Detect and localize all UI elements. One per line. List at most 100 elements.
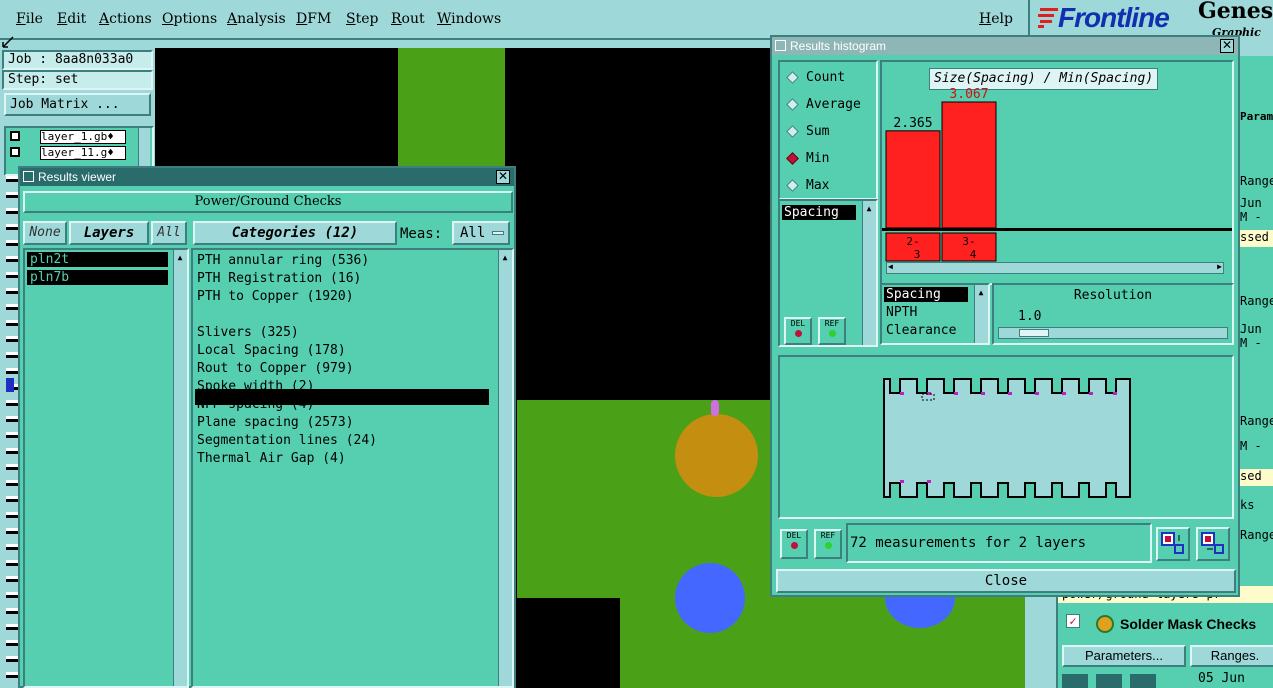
tab-categories[interactable]: Categories (12) [193, 221, 397, 245]
histogram-bar[interactable] [941, 101, 997, 229]
scroll-left-icon[interactable]: ◀ [888, 262, 893, 271]
scroll-up-icon[interactable]: ▲ [499, 252, 511, 264]
results-viewer-titlebar[interactable]: Results viewer ✕ [20, 168, 514, 186]
del-button[interactable]: DEL [780, 529, 808, 559]
layer-name[interactable]: layer_1.gb♦ [40, 130, 126, 144]
tool-icon[interactable] [1062, 674, 1088, 688]
job-matrix-button[interactable]: Job Matrix ... [4, 93, 151, 116]
radio-count[interactable]: Count [786, 70, 846, 85]
menu-rout[interactable]: Rout [391, 11, 425, 27]
ranges-button[interactable]: Ranges. [1190, 645, 1273, 667]
menu-actions[interactable]: Actions [99, 11, 152, 27]
green-dot-icon [828, 330, 836, 337]
none-button[interactable]: None [23, 221, 67, 245]
ranges-button[interactable]: Ranges [1240, 174, 1273, 188]
product-name: Genesis [1198, 0, 1273, 24]
menu-analysis[interactable]: Analysis [227, 11, 286, 27]
del-button[interactable]: DEL [784, 317, 812, 345]
ranges-button[interactable]: Ranges [1240, 414, 1273, 428]
tool-icon[interactable] [1130, 674, 1156, 688]
window-menu-icon[interactable] [23, 171, 34, 182]
list-item[interactable]: Slivers (325) [197, 324, 299, 341]
scroll-right-icon[interactable]: ▶ [1217, 262, 1222, 271]
list-item[interactable]: Spoke width (2) [197, 378, 314, 395]
radio-sum[interactable]: Sum [786, 124, 830, 139]
list-item[interactable]: PTH to Copper (1920) [197, 288, 354, 305]
list-item[interactable]: Plane spacing (2573) [197, 414, 354, 431]
list-item-selected[interactable]: NPTH to Copper (72) [197, 306, 346, 323]
list-item[interactable]: Rout to Copper (979) [197, 360, 354, 377]
checklist-action-label[interactable]: Solder Mask Checks [1120, 616, 1256, 632]
tab-layers[interactable]: Layers [69, 221, 149, 245]
categories-listbox[interactable]: PTH annular ring (536) PTH Registration … [191, 248, 514, 688]
list-item[interactable]: NFP spacing (4) [197, 396, 314, 413]
ref-button[interactable]: REF [818, 317, 846, 345]
zoom-to-measurement-icon[interactable] [1156, 527, 1190, 561]
menu-step[interactable]: Step [346, 11, 378, 27]
layer-checkbox[interactable] [10, 147, 20, 157]
scroll-up-icon[interactable]: ▲ [863, 203, 875, 215]
results-histogram-window: Results histogram ✕ Count Average Sum Mi… [770, 35, 1240, 597]
ranges-button[interactable]: Ranges [1240, 528, 1273, 542]
list-item[interactable]: PTH annular ring (536) [197, 252, 369, 269]
list-item[interactable]: Clearance [886, 323, 956, 338]
measure-scrollbar[interactable]: ▲ [862, 201, 876, 345]
list-item[interactable]: NPTH [886, 305, 917, 320]
scroll-up-icon[interactable]: ▲ [174, 252, 186, 264]
ranges-button[interactable]: Ranges [1240, 294, 1273, 308]
close-icon[interactable]: ✕ [1220, 39, 1234, 53]
list-item-selected[interactable]: Spacing [782, 205, 856, 220]
close-icon[interactable]: ✕ [496, 170, 510, 184]
meas-select[interactable]: All [452, 221, 510, 245]
menu-help[interactable]: Help [979, 11, 1013, 27]
measure-listbox[interactable]: Spacing ▲ DEL REF [778, 199, 878, 347]
pad-blue [675, 563, 745, 633]
layers-scrollbar[interactable]: ▲ [173, 250, 187, 686]
status-text: sed [1240, 469, 1262, 483]
list-item[interactable]: pln2t [27, 252, 168, 267]
parameters-button[interactable]: Parameters... [1062, 645, 1186, 667]
radio-indicator-icon [786, 98, 799, 111]
threshold-listbox[interactable]: Spacing NPTH Clearance ▲ [880, 283, 990, 345]
menu-dfm[interactable]: DFM [296, 11, 331, 27]
histogram-bar[interactable] [885, 130, 941, 229]
step-field: Step: set [2, 70, 153, 90]
list-item[interactable]: PTH Registration (16) [197, 270, 361, 287]
histogram-title: Results histogram [790, 39, 887, 53]
radio-average[interactable]: Average [786, 97, 861, 112]
list-item[interactable]: pln7b [27, 270, 168, 285]
status-strip: ssed [1238, 230, 1273, 247]
radio-label: Sum [806, 124, 830, 139]
layer-checkbox[interactable] [10, 131, 20, 141]
menu-windows[interactable]: Windows [437, 11, 501, 27]
radio-max[interactable]: Max [786, 178, 829, 193]
measure-marker [711, 400, 719, 416]
resolution-slider[interactable] [998, 327, 1228, 339]
menu-options[interactable]: Options [162, 11, 217, 27]
scroll-up-icon[interactable]: ▲ [975, 287, 987, 299]
histogram-hscrollbar[interactable]: ◀ ▶ [886, 262, 1224, 274]
all-button[interactable]: All [151, 221, 187, 245]
radio-indicator-icon [786, 179, 799, 192]
menu-edit[interactable]: Edit [57, 11, 86, 27]
layers-listbox[interactable]: pln2t pln7b ▲ [23, 248, 189, 688]
histogram-titlebar[interactable]: Results histogram ✕ [772, 37, 1238, 55]
tool-icon[interactable] [1096, 674, 1122, 688]
close-button[interactable]: Close [776, 569, 1236, 593]
ref-button[interactable]: REF [814, 529, 842, 559]
layer-name[interactable]: layer_11.g♦ [40, 146, 126, 160]
results-viewer-title: Results viewer [38, 170, 117, 184]
menu-file[interactable]: File [16, 11, 43, 27]
list-item[interactable]: Local Spacing (178) [197, 342, 346, 359]
radio-min[interactable]: Min [786, 151, 829, 166]
categories-scrollbar[interactable]: ▲ [498, 250, 512, 686]
list-item[interactable]: Segmentation lines (24) [197, 432, 377, 449]
threshold-scrollbar[interactable]: ▲ [974, 285, 988, 343]
window-menu-icon[interactable] [775, 40, 786, 51]
list-item-selected[interactable]: Spacing [884, 287, 968, 302]
list-item[interactable]: Thermal Air Gap (4) [197, 450, 346, 467]
radio-label: Count [806, 70, 846, 85]
check-toggle[interactable]: ✓ [1066, 614, 1080, 628]
zoom-to-all-icon[interactable] [1196, 527, 1230, 561]
slider-thumb[interactable] [1019, 329, 1049, 337]
